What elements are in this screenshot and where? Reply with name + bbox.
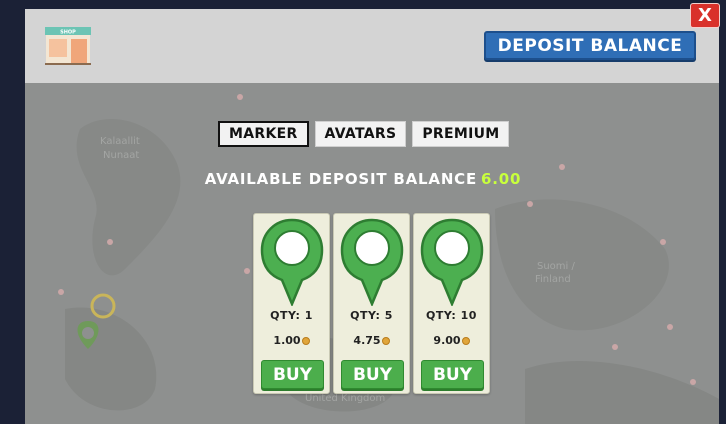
balance-label: AVAILABLE DEPOSIT BALANCE (204, 170, 478, 188)
tab-avatars[interactable]: AVATARS (314, 121, 407, 147)
close-button[interactable]: X (690, 3, 720, 28)
map-label-suomi: Suomi / (537, 261, 576, 272)
product-list: QTY: 1 1.00 BUY QTY: 5 4.75 BUY QTY: 10 … (253, 213, 490, 394)
map-label-finland: Finland (535, 274, 571, 285)
price-value: 1.00 (273, 334, 301, 347)
product-qty: QTY: 10 (426, 309, 477, 322)
map-label-kalaallit: Kalaallit (100, 136, 140, 147)
price-value: 9.00 (433, 334, 461, 347)
map-marker-icon (340, 218, 404, 306)
tab-premium[interactable]: PREMIUM (412, 121, 510, 147)
balance-amount: 6.00 (481, 170, 522, 188)
product-price: 9.00 (414, 334, 489, 347)
deposit-balance-button[interactable]: DEPOSIT BALANCE (484, 31, 696, 60)
shop-modal: Kalaallit Nunaat Suomi / Finland United … (25, 9, 719, 424)
product-card: QTY: 1 1.00 BUY (253, 213, 330, 394)
map-label-uk: United Kingdom (305, 393, 385, 404)
product-price: 4.75 (334, 334, 409, 347)
modal-header: SHOP DEPOSIT BALANCE (25, 9, 719, 83)
coin-icon (301, 336, 310, 345)
map-marker-icon (420, 218, 484, 306)
product-card: QTY: 5 4.75 BUY (333, 213, 410, 394)
tab-marker[interactable]: MARKER (218, 121, 309, 147)
product-qty: QTY: 1 (270, 309, 313, 322)
coin-icon (381, 336, 390, 345)
shop-icon: SHOP (45, 27, 91, 65)
coin-icon (461, 336, 470, 345)
shop-sign-text: SHOP (60, 30, 76, 36)
category-tabs: MARKER AVATARS PREMIUM (218, 121, 510, 147)
buy-button[interactable]: BUY (421, 360, 484, 389)
product-price: 1.00 (254, 334, 329, 347)
available-balance: AVAILABLE DEPOSIT BALANCE 6.00 (25, 170, 719, 188)
price-value: 4.75 (353, 334, 381, 347)
map-label-nunaat: Nunaat (103, 150, 139, 161)
map-marker-icon (260, 218, 324, 306)
buy-button[interactable]: BUY (261, 360, 324, 389)
buy-button[interactable]: BUY (341, 360, 404, 389)
product-card: QTY: 10 9.00 BUY (413, 213, 490, 394)
product-qty: QTY: 5 (350, 309, 393, 322)
